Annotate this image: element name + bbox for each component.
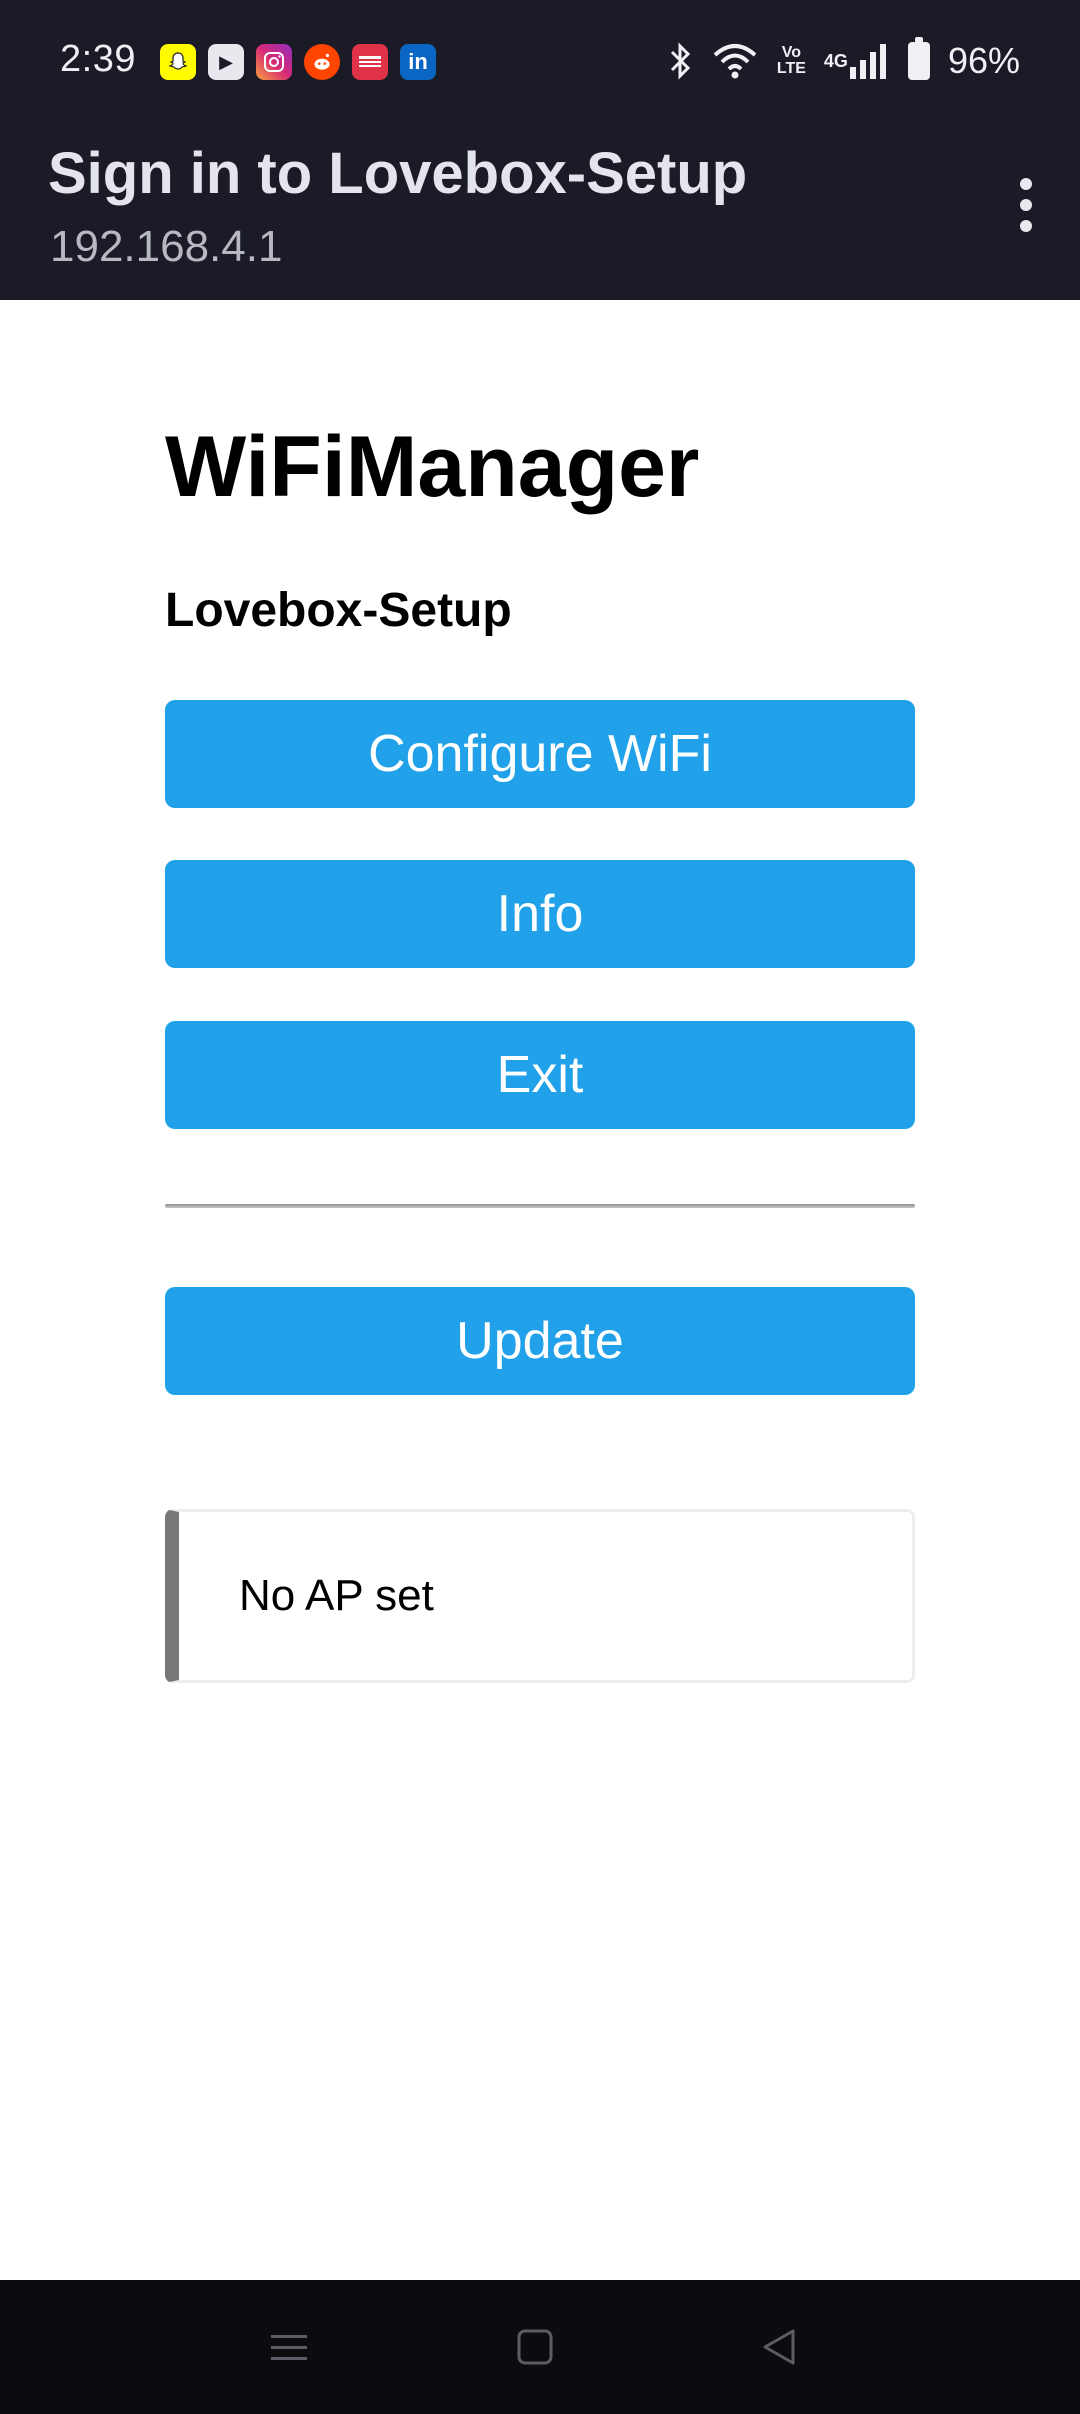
snapchat-icon <box>160 44 196 80</box>
youtube-icon: ▶ <box>208 44 244 80</box>
status-message: No AP set <box>239 1571 434 1620</box>
overflow-menu-button[interactable] <box>996 170 1056 240</box>
page-url: 192.168.4.1 <box>50 222 283 271</box>
4g-signal-icon: 4G <box>824 41 890 81</box>
exit-button[interactable]: Exit <box>165 1021 915 1129</box>
volte-icon: Vo LTE <box>776 44 806 77</box>
status-bar: 2:39 ▶ in Vo LTE 4G 96% <box>0 0 1080 130</box>
notification-icons: ▶ in <box>160 44 436 80</box>
recents-icon <box>271 2335 307 2360</box>
page-title: Sign in to Lovebox-Setup <box>48 141 748 206</box>
home-button[interactable] <box>475 2280 595 2414</box>
status-time: 2:39 <box>60 38 136 80</box>
dot-icon <box>1020 220 1032 232</box>
divider <box>165 1204 915 1208</box>
wifi-icon <box>711 41 759 81</box>
configure-wifi-button[interactable]: Configure WiFi <box>165 700 915 808</box>
battery-icon <box>907 37 930 80</box>
linkedin-icon: in <box>400 44 436 80</box>
recents-button[interactable] <box>229 2280 349 2414</box>
wifimanager-heading: WiFiManager <box>165 419 700 515</box>
back-button[interactable] <box>719 2280 839 2414</box>
home-icon <box>517 2329 553 2365</box>
dot-icon <box>1020 178 1032 190</box>
top-bar: 2:39 ▶ in Vo LTE 4G 96% Sign in to Loveb… <box>0 0 1080 300</box>
reddit-icon <box>304 44 340 80</box>
screen: 2:39 ▶ in Vo LTE 4G 96% Sign in to Loveb… <box>0 0 1080 2414</box>
instagram-icon <box>256 44 292 80</box>
battery-percent: 96% <box>947 40 1020 81</box>
info-button[interactable]: Info <box>165 860 915 968</box>
status-message-box: No AP set <box>165 1509 915 1683</box>
news-icon <box>352 44 388 80</box>
back-icon <box>763 2329 795 2365</box>
system-icons: Vo LTE 4G 96% <box>667 37 1020 82</box>
bluetooth-icon <box>667 41 693 81</box>
update-button[interactable]: Update <box>165 1287 915 1395</box>
dot-icon <box>1020 199 1032 211</box>
ap-name: Lovebox-Setup <box>165 584 512 637</box>
navigation-bar <box>0 2280 1080 2414</box>
